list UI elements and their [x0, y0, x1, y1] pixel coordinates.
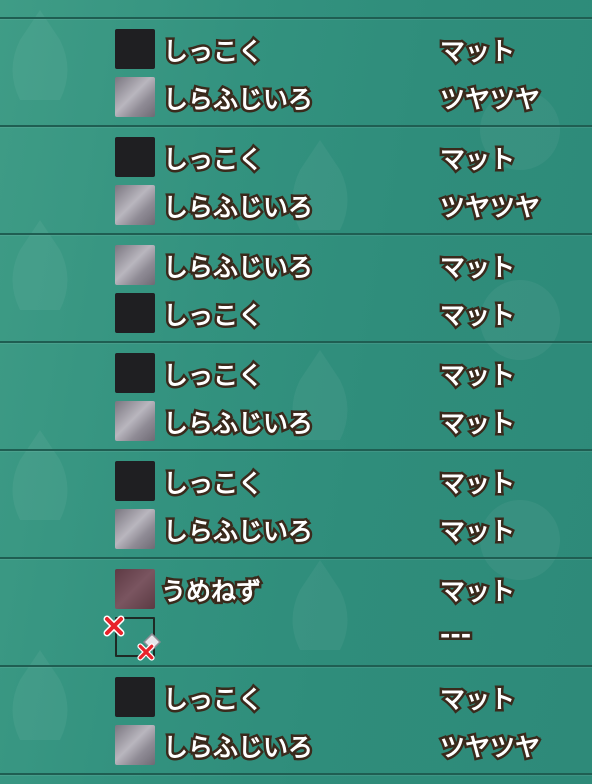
finish-type: マット [437, 575, 517, 609]
color-name: しっこく [160, 299, 265, 333]
color-row[interactable]: しっこく マット [0, 351, 592, 395]
finish-type: ツヤツヤ [437, 83, 542, 117]
color-name: しっこく [160, 35, 265, 69]
color-swatch [115, 137, 155, 177]
group-divider [0, 773, 592, 775]
color-swatch [115, 509, 155, 549]
finish-type: マット [437, 143, 517, 177]
color-row[interactable]: しらふじいろ マット [0, 243, 592, 287]
group-divider [0, 17, 592, 19]
finish-type: マット [437, 467, 517, 501]
color-swatch [115, 677, 155, 717]
finish-type: マット [437, 35, 517, 69]
color-row[interactable]: しっこく マット [0, 291, 592, 335]
finish-type: マット [437, 407, 517, 441]
group-divider [0, 341, 592, 343]
finish-type: ツヤツヤ [437, 191, 542, 225]
color-row[interactable]: しらふじいろ ツヤツヤ [0, 723, 592, 767]
color-swatch [115, 353, 155, 393]
color-name: しらふじいろ [160, 515, 315, 549]
group-divider [0, 449, 592, 451]
color-row[interactable]: しっこく マット [0, 27, 592, 71]
color-swatch [115, 569, 155, 609]
color-row[interactable]: しっこく マット [0, 675, 592, 719]
color-name: しっこく [160, 683, 265, 717]
color-swatch [115, 401, 155, 441]
color-name: しっこく [160, 467, 265, 501]
color-name: しっこく [160, 359, 265, 393]
finish-type: マット [437, 515, 517, 549]
color-name: うめねず [158, 575, 263, 609]
color-name: しらふじいろ [160, 191, 315, 225]
empty-color-row[interactable]: --- [0, 615, 592, 661]
color-swatch [115, 245, 155, 285]
finish-type: マット [437, 251, 517, 285]
color-row[interactable]: しらふじいろ マット [0, 399, 592, 443]
color-row[interactable]: うめねず マット [0, 567, 592, 611]
group-divider [0, 665, 592, 667]
color-swatch [115, 725, 155, 765]
color-swatch [115, 461, 155, 501]
finish-type: マット [437, 359, 517, 393]
group-divider [0, 557, 592, 559]
red-x-icon [137, 643, 155, 661]
color-row[interactable]: しらふじいろ ツヤツヤ [0, 183, 592, 227]
color-row[interactable]: しらふじいろ ツヤツヤ [0, 75, 592, 119]
finish-type: ツヤツヤ [437, 731, 542, 765]
color-row[interactable]: しっこく マット [0, 459, 592, 503]
group-divider [0, 233, 592, 235]
color-swatch [115, 29, 155, 69]
color-row[interactable]: しらふじいろ マット [0, 507, 592, 551]
color-name: しらふじいろ [160, 407, 315, 441]
color-swatch [115, 77, 155, 117]
red-x-icon [103, 615, 125, 637]
color-swatch [115, 185, 155, 225]
finish-type: マット [437, 683, 517, 717]
finish-type: --- [437, 618, 473, 652]
finish-type: マット [437, 299, 517, 333]
color-name: しっこく [160, 143, 265, 177]
group-divider [0, 125, 592, 127]
color-name: しらふじいろ [160, 731, 315, 765]
color-row[interactable]: しっこく マット [0, 135, 592, 179]
color-swatch [115, 293, 155, 333]
color-name: しらふじいろ [160, 251, 315, 285]
color-name: しらふじいろ [160, 83, 315, 117]
